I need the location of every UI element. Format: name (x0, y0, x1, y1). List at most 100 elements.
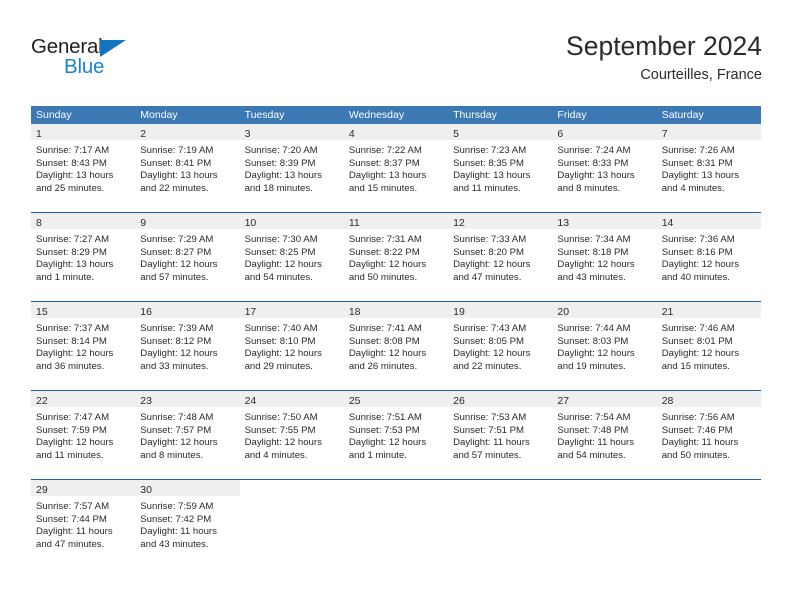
day-details: Sunrise: 7:50 AM Sunset: 7:55 PM Dayligh… (240, 407, 344, 462)
daylight-text-line2: and 36 minutes. (36, 360, 105, 372)
day-number-band: 28 (656, 391, 761, 407)
sunrise-text: Sunrise: 7:56 AM (661, 412, 735, 423)
day-cell[interactable]: 14 Sunrise: 7:36 AM Sunset: 8:16 PM Dayl… (656, 213, 761, 301)
day-cell[interactable]: 29 Sunrise: 7:57 AM Sunset: 7:44 PM Dayl… (31, 480, 136, 568)
day-cell[interactable]: 16 Sunrise: 7:39 AM Sunset: 8:12 PM Dayl… (135, 302, 240, 390)
sunset-text: Sunset: 8:16 PM (661, 246, 733, 258)
day-number-band: 6 (552, 124, 657, 140)
day-number: 6 (557, 128, 564, 140)
sunrise-text: Sunrise: 7:30 AM (244, 234, 318, 245)
day-number-band: 13 (552, 213, 657, 229)
daylight-text-line2: and 22 minutes. (140, 182, 209, 194)
day-details: Sunrise: 7:24 AM Sunset: 8:33 PM Dayligh… (552, 140, 656, 195)
day-number-band: 2 (135, 124, 240, 140)
day-number-band (448, 480, 552, 496)
daylight-text-line2: and 54 minutes. (557, 449, 626, 461)
day-details: Sunrise: 7:20 AM Sunset: 8:39 PM Dayligh… (240, 140, 344, 195)
day-number-band: 27 (552, 391, 657, 407)
day-cell[interactable]: 18 Sunrise: 7:41 AM Sunset: 8:08 PM Dayl… (343, 302, 449, 390)
day-cell[interactable]: 12 Sunrise: 7:33 AM Sunset: 8:20 PM Dayl… (448, 213, 553, 301)
day-cell[interactable]: 24 Sunrise: 7:50 AM Sunset: 7:55 PM Dayl… (239, 391, 344, 479)
sunset-text: Sunset: 7:46 PM (661, 424, 733, 436)
day-number: 25 (348, 395, 361, 407)
weekday-header-friday: Friday (557, 109, 587, 121)
day-number: 23 (140, 395, 152, 407)
day-cell[interactable]: 27 Sunrise: 7:54 AM Sunset: 7:48 PM Dayl… (552, 391, 657, 479)
sunrise-text: Sunrise: 7:36 AM (661, 234, 735, 245)
day-details: Sunrise: 7:39 AM Sunset: 8:12 PM Dayligh… (135, 318, 239, 373)
day-details: Sunrise: 7:27 AM Sunset: 8:29 PM Dayligh… (31, 229, 135, 284)
daylight-text-line1: Daylight: 12 hours (244, 437, 322, 449)
sunrise-text: Sunrise: 7:37 AM (36, 323, 110, 334)
day-cell[interactable]: 25 Sunrise: 7:51 AM Sunset: 7:53 PM Dayl… (343, 391, 449, 479)
sunrise-text: Sunrise: 7:29 AM (140, 234, 214, 245)
sunset-text: Sunset: 8:31 PM (661, 157, 733, 169)
sunrise-text: Sunrise: 7:26 AM (661, 145, 735, 156)
day-cell[interactable]: 28 Sunrise: 7:56 AM Sunset: 7:46 PM Dayl… (656, 391, 761, 479)
daylight-text-line2: and 8 minutes. (140, 449, 204, 461)
day-number-band: 7 (656, 124, 761, 140)
day-number: 15 (36, 306, 48, 318)
day-cell[interactable]: 1 Sunrise: 7:17 AM Sunset: 8:43 PM Dayli… (31, 124, 136, 212)
day-cell[interactable]: 6 Sunrise: 7:24 AM Sunset: 8:33 PM Dayli… (552, 124, 657, 212)
sunrise-text: Sunrise: 7:54 AM (557, 412, 631, 423)
day-number: 17 (244, 306, 257, 318)
day-cell[interactable]: 5 Sunrise: 7:23 AM Sunset: 8:35 PM Dayli… (448, 124, 553, 212)
day-details: Sunrise: 7:37 AM Sunset: 8:14 PM Dayligh… (31, 318, 135, 373)
day-number-band (240, 480, 344, 496)
day-number: 20 (557, 306, 570, 318)
sunset-text: Sunset: 8:27 PM (140, 246, 212, 258)
daylight-text-line1: Daylight: 12 hours (661, 348, 740, 360)
day-details: Sunrise: 7:22 AM Sunset: 8:37 PM Dayligh… (344, 140, 448, 195)
week-row: 22 Sunrise: 7:47 AM Sunset: 7:59 PM Dayl… (31, 390, 761, 479)
day-cell[interactable]: 15 Sunrise: 7:37 AM Sunset: 8:14 PM Dayl… (31, 302, 136, 390)
day-cell[interactable]: 4 Sunrise: 7:22 AM Sunset: 8:37 PM Dayli… (343, 124, 449, 212)
day-cell[interactable]: 23 Sunrise: 7:48 AM Sunset: 7:57 PM Dayl… (135, 391, 240, 479)
daylight-text-line2: and 26 minutes. (348, 360, 418, 372)
sunset-text: Sunset: 7:42 PM (140, 513, 212, 525)
sunrise-text: Sunrise: 7:20 AM (244, 145, 318, 156)
day-number-band: 9 (135, 213, 240, 229)
page-header: General Blue September 2024 Courteilles,… (0, 0, 792, 100)
sunrise-text: Sunrise: 7:44 AM (557, 323, 631, 334)
day-cell[interactable]: 20 Sunrise: 7:44 AM Sunset: 8:03 PM Dayl… (552, 302, 657, 390)
day-cell[interactable]: 21 Sunrise: 7:46 AM Sunset: 8:01 PM Dayl… (656, 302, 761, 390)
sunrise-text: Sunrise: 7:24 AM (557, 145, 631, 156)
day-cell[interactable]: 10 Sunrise: 7:30 AM Sunset: 8:25 PM Dayl… (239, 213, 344, 301)
sunset-text: Sunset: 7:44 PM (36, 513, 107, 525)
day-number: 26 (453, 395, 465, 407)
day-details: Sunrise: 7:48 AM Sunset: 7:57 PM Dayligh… (135, 407, 239, 462)
day-cell[interactable]: 2 Sunrise: 7:19 AM Sunset: 8:41 PM Dayli… (135, 124, 240, 212)
daylight-text-line2: and 50 minutes. (661, 449, 730, 461)
daylight-text-line2: and 11 minutes. (453, 182, 521, 194)
daylight-text-line1: Daylight: 13 hours (36, 170, 114, 182)
day-number: 16 (140, 306, 152, 318)
day-cell[interactable]: 19 Sunrise: 7:43 AM Sunset: 8:05 PM Dayl… (448, 302, 553, 390)
day-cell[interactable]: 22 Sunrise: 7:47 AM Sunset: 7:59 PM Dayl… (31, 391, 136, 479)
day-number-band: 19 (448, 302, 553, 318)
day-cell[interactable]: 9 Sunrise: 7:29 AM Sunset: 8:27 PM Dayli… (135, 213, 240, 301)
daylight-text-line1: Daylight: 12 hours (453, 348, 531, 360)
day-cell[interactable]: 3 Sunrise: 7:20 AM Sunset: 8:39 PM Dayli… (239, 124, 344, 212)
daylight-text-line1: Daylight: 13 hours (140, 170, 218, 182)
daylight-text-line2: and 50 minutes. (348, 271, 418, 283)
daylight-text-line2: and 29 minutes. (244, 360, 313, 372)
daylight-text-line1: Daylight: 12 hours (453, 259, 531, 271)
day-cell[interactable]: 26 Sunrise: 7:53 AM Sunset: 7:51 PM Dayl… (448, 391, 553, 479)
daylight-text-line1: Daylight: 12 hours (557, 348, 635, 360)
day-cell[interactable]: 13 Sunrise: 7:34 AM Sunset: 8:18 PM Dayl… (552, 213, 657, 301)
day-cell[interactable]: 11 Sunrise: 7:31 AM Sunset: 8:22 PM Dayl… (343, 213, 449, 301)
daylight-text-line2: and 18 minutes. (244, 182, 313, 194)
day-cell[interactable]: 7 Sunrise: 7:26 AM Sunset: 8:31 PM Dayli… (656, 124, 761, 212)
day-number: 4 (348, 128, 355, 140)
daylight-text-line1: Daylight: 11 hours (557, 437, 635, 449)
day-number: 10 (244, 217, 257, 229)
daylight-text-line1: Daylight: 12 hours (244, 348, 322, 360)
day-cell[interactable]: 30 Sunrise: 7:59 AM Sunset: 7:42 PM Dayl… (135, 480, 240, 568)
day-number: 28 (661, 395, 674, 407)
weekday-header-thursday: Thursday (453, 109, 497, 121)
day-cell[interactable]: 8 Sunrise: 7:27 AM Sunset: 8:29 PM Dayli… (31, 213, 136, 301)
day-cell[interactable]: 17 Sunrise: 7:40 AM Sunset: 8:10 PM Dayl… (239, 302, 344, 390)
sunset-text: Sunset: 8:41 PM (140, 157, 212, 169)
day-number: 13 (557, 217, 570, 229)
